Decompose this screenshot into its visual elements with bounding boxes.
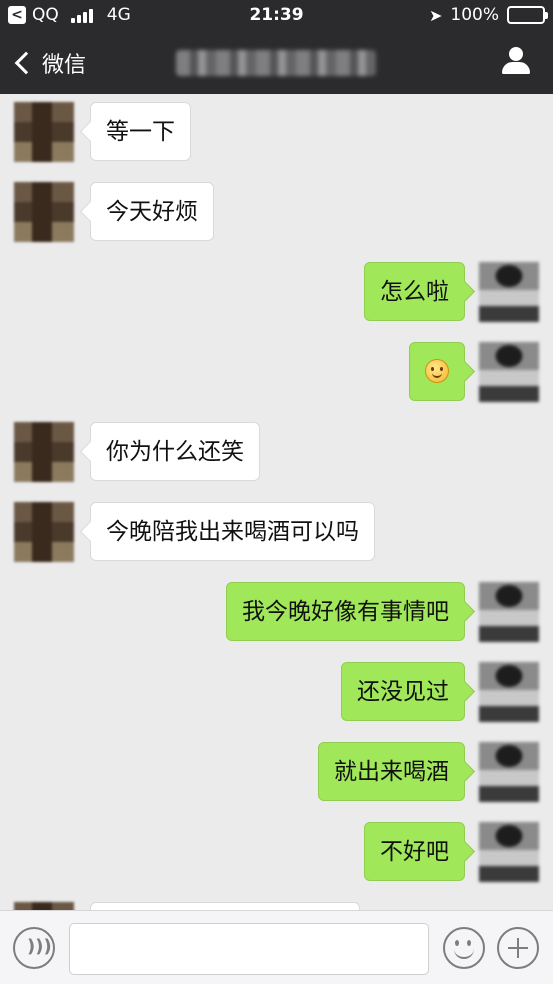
contact-avatar[interactable] (14, 902, 74, 910)
message-row: 还没见过 (0, 654, 553, 722)
message-row: 怎么啦 (0, 254, 553, 322)
incoming-bubble[interactable]: 等一下 (90, 102, 191, 161)
outgoing-bubble[interactable] (409, 342, 465, 401)
incoming-bubble[interactable]: 今晚陪我出来喝酒可以吗 (90, 502, 375, 561)
battery-percent: 100% (450, 5, 499, 25)
message-text: 今天好烦 (106, 199, 198, 225)
message-row (0, 894, 553, 910)
message-text: 还没见过 (357, 679, 449, 705)
my-avatar[interactable] (479, 742, 539, 802)
chat-title-obscured (176, 50, 376, 76)
message-row: 等一下 (0, 94, 553, 162)
back-button[interactable]: 微信 (14, 47, 86, 79)
message-row: 你为什么还笑 (0, 414, 553, 482)
top-bar: < QQ 4G 21:39 ➤ 100% 微信 (0, 0, 553, 94)
message-text: 怎么啦 (380, 279, 449, 305)
back-label: 微信 (42, 53, 87, 78)
message-text: 就出来喝酒 (334, 759, 449, 785)
outgoing-bubble[interactable]: 还没见过 (341, 662, 465, 721)
message-row: 不好吧 (0, 814, 553, 882)
input-bar: ))) (0, 910, 553, 984)
incoming-bubble[interactable]: 你为什么还笑 (90, 422, 260, 481)
message-row: 就出来喝酒 (0, 734, 553, 802)
message-text: 等一下 (106, 119, 175, 145)
incoming-bubble[interactable]: 今天好烦 (90, 182, 214, 241)
message-text: 今晚陪我出来喝酒可以吗 (106, 519, 359, 545)
contact-avatar[interactable] (14, 422, 74, 482)
my-avatar[interactable] (479, 662, 539, 722)
voice-icon: ))) (27, 936, 52, 957)
person-icon-body (502, 62, 530, 74)
message-row: 今晚陪我出来喝酒可以吗 (0, 494, 553, 562)
my-avatar[interactable] (479, 262, 539, 322)
message-input[interactable] (69, 923, 429, 975)
person-icon-head (509, 47, 523, 61)
outgoing-bubble[interactable]: 不好吧 (364, 822, 465, 881)
chat-area[interactable]: 等一下今天好烦怎么啦你为什么还笑今晚陪我出来喝酒可以吗我今晚好像有事情吧还没见过… (0, 94, 553, 910)
my-avatar[interactable] (479, 342, 539, 402)
status-bar: < QQ 4G 21:39 ➤ 100% (0, 0, 553, 32)
message-row (0, 334, 553, 402)
battery-icon (507, 6, 548, 24)
smiley-icon (425, 358, 449, 383)
contact-avatar[interactable] (14, 502, 74, 562)
more-button[interactable] (497, 927, 539, 969)
contact-avatar[interactable] (14, 102, 74, 162)
profile-button[interactable] (501, 46, 531, 76)
my-avatar[interactable] (479, 822, 539, 882)
nav-bar: 微信 (0, 32, 553, 94)
outgoing-bubble[interactable]: 就出来喝酒 (318, 742, 465, 801)
incoming-bubble[interactable] (90, 902, 360, 910)
voice-button[interactable]: ))) (13, 927, 55, 969)
my-avatar[interactable] (479, 582, 539, 642)
emoji-button[interactable] (443, 927, 485, 969)
status-right: ➤ 100% (428, 5, 548, 25)
chevron-left-icon (14, 51, 38, 75)
message-row: 今天好烦 (0, 174, 553, 242)
contact-avatar[interactable] (14, 182, 74, 242)
outgoing-bubble[interactable]: 我今晚好像有事情吧 (226, 582, 465, 641)
message-text: 你为什么还笑 (106, 439, 244, 465)
location-arrow-icon: ➤ (428, 5, 443, 25)
message-row: 我今晚好像有事情吧 (0, 574, 553, 642)
outgoing-bubble[interactable]: 怎么啦 (364, 262, 465, 321)
message-text: 我今晚好像有事情吧 (242, 599, 449, 625)
message-text: 不好吧 (380, 839, 449, 865)
